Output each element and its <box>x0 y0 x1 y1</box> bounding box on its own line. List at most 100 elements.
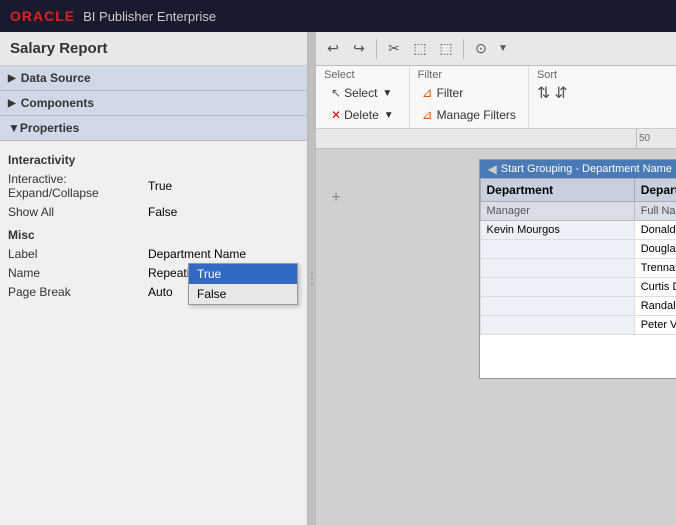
show-all-row: Show All False <box>8 204 299 220</box>
delete-arrow-icon: ▼ <box>384 110 394 121</box>
paste-button[interactable]: ⬚ <box>434 37 458 61</box>
data-empty-cell-2 <box>480 259 634 278</box>
misc-group-title: Misc <box>8 228 299 242</box>
data-empty-cell-1 <box>480 240 634 259</box>
table-row: Douglas Grant <box>480 240 676 259</box>
select-menu-item[interactable]: ↖ Select ▼ <box>324 83 401 103</box>
select-arrow-icon: ▼ <box>382 88 392 99</box>
data-name-cell-2: Douglas Grant <box>634 240 676 259</box>
subheader-col1: Manager <box>480 202 634 221</box>
dropdown-item-true[interactable]: True <box>189 264 297 284</box>
filter-menu-item[interactable]: ⊿ Filter <box>418 83 520 103</box>
properties-label: Properties <box>20 121 79 135</box>
label-row: Label Department Name <box>8 246 299 262</box>
grouping-bar-text: Start Grouping - Department Name <box>501 163 672 175</box>
undo-button[interactable]: ↩ <box>321 37 345 61</box>
delete-menu-item[interactable]: ✕ Delete ▼ <box>324 105 401 125</box>
sort-asc-button[interactable]: ⇅ <box>537 83 550 103</box>
table-row: Peter Vargas <box>480 316 676 335</box>
sort-icons: ⇅ ⇵ <box>537 83 568 103</box>
filter-section: Filter ⊿ Filter ⊿ Manage Filters <box>410 66 529 128</box>
filter-icon: ⊿ <box>422 85 433 101</box>
app-header: ORACLE BI Publisher Enterprise <box>0 0 676 32</box>
right-panel: ↩ ↪ ✂ ⬚ ⬚ ⊙ ▼ Insert Page Layout Select … <box>316 32 676 525</box>
table-row: Randall Matos <box>480 297 676 316</box>
ruler: 50 100 150 200 250 300 350 <box>316 129 676 149</box>
label-prop-label: Label <box>8 247 148 261</box>
dropdown-item-false[interactable]: False <box>189 284 297 304</box>
components-section[interactable]: ▶ Components <box>0 91 307 116</box>
select-section: Select ↖ Select ▼ ✕ Delete ▼ <box>316 66 410 128</box>
report-table: Department Department Manager Full Name … <box>480 178 676 335</box>
manage-filters-label: Manage Filters <box>437 108 516 122</box>
filter-title: Filter <box>418 69 520 81</box>
ruler-marks: 50 100 150 200 250 300 350 <box>636 129 676 149</box>
page-break-value: Auto <box>148 285 173 299</box>
data-name-cell-4: Curtis Davies <box>634 278 676 297</box>
page-break-label: Page Break <box>8 285 148 299</box>
manage-filters-menu-item[interactable]: ⊿ Manage Filters <box>418 105 520 125</box>
cut-button[interactable]: ✂ <box>382 37 406 61</box>
header-col1: Department <box>480 179 634 202</box>
properties-section-header[interactable]: ▼ Properties <box>0 116 307 141</box>
sort-section: Sort ⇅ ⇵ <box>529 66 576 128</box>
cursor-icon: ↖ <box>331 86 341 100</box>
interactive-expand-row: Interactive: Expand/Collapse True <box>8 171 299 201</box>
filter-items: ⊿ Filter ⊿ Manage Filters <box>418 83 520 125</box>
data-empty-cell-3 <box>480 278 634 297</box>
label-prop-value: Department Name <box>148 247 246 261</box>
table-subheader-row: Manager Full Name <box>480 202 676 221</box>
data-empty-cell-4 <box>480 297 634 316</box>
data-source-section[interactable]: ▶ Data Source <box>0 66 307 91</box>
table-header-row: Department Department <box>480 179 676 202</box>
properties-arrow: ▼ <box>8 121 20 135</box>
data-name-cell-5: Randall Matos <box>634 297 676 316</box>
table-row: Trenna Rajs <box>480 259 676 278</box>
subheader-col2: Full Name <box>634 202 676 221</box>
select-label: Select <box>344 86 377 100</box>
manage-filters-icon: ⊿ <box>422 107 433 123</box>
ruler-mark-50: 50 <box>636 129 676 149</box>
oracle-logo: ORACLE <box>10 8 75 24</box>
data-source-label: Data Source <box>21 71 91 85</box>
data-manager-cell: Kevin Mourgos <box>480 221 634 240</box>
data-source-arrow: ▶ <box>8 73 16 84</box>
main-layout: Salary Report ▶ Data Source ▶ Components… <box>0 32 676 525</box>
filter-label: Filter <box>437 86 464 100</box>
copy-button[interactable]: ⬚ <box>408 37 432 61</box>
dropdown-arrow[interactable]: ▼ <box>495 37 511 61</box>
toolbar-separator-1 <box>376 39 377 59</box>
header-col2: Department <box>634 179 676 202</box>
show-all-label: Show All <box>8 205 148 219</box>
add-column-button[interactable]: + <box>326 159 346 207</box>
sort-title: Sort <box>537 69 568 81</box>
data-name-cell-1: Donald OConnell <box>634 221 676 240</box>
toolbar-separator-2 <box>463 39 464 59</box>
table-row: Kevin Mourgos Donald OConnell <box>480 221 676 240</box>
page-canvas: ◀ Start Grouping - Department Name ✎ Dep… <box>479 159 676 379</box>
left-panel: Salary Report ▶ Data Source ▶ Components… <box>0 32 308 525</box>
show-all-value: False <box>148 205 177 219</box>
toolbar: ↩ ↪ ✂ ⬚ ⬚ ⊙ ▼ Insert Page Layout <box>316 32 676 66</box>
table-row: Curtis Davies <box>480 278 676 297</box>
app-title: BI Publisher Enterprise <box>83 9 216 24</box>
canvas-area[interactable]: + ◀ Start Grouping - Department Name ✎ D… <box>316 149 676 525</box>
data-empty-cell-5 <box>480 316 634 335</box>
interactive-expand-value: True <box>148 179 172 193</box>
data-name-cell-3: Trenna Rajs <box>634 259 676 278</box>
grouping-bar: ◀ Start Grouping - Department Name ✎ <box>480 160 676 178</box>
components-arrow: ▶ <box>8 98 16 109</box>
circle-button[interactable]: ⊙ <box>469 37 493 61</box>
delete-icon: ✕ <box>331 108 341 122</box>
components-label: Components <box>21 96 94 110</box>
select-items: ↖ Select ▼ ✕ Delete ▼ <box>324 83 401 125</box>
dropdown-overlay: True False <box>188 263 298 305</box>
left-arrow-icon: ◀ <box>488 162 497 176</box>
menu-bar: Select ↖ Select ▼ ✕ Delete ▼ <box>316 66 676 129</box>
resize-handle[interactable] <box>308 32 316 525</box>
redo-button[interactable]: ↪ <box>347 37 371 61</box>
name-prop-label: Name <box>8 266 148 280</box>
delete-label: Delete <box>344 108 379 122</box>
data-name-cell-6: Peter Vargas <box>634 316 676 335</box>
sort-desc-button[interactable]: ⇵ <box>554 83 567 103</box>
